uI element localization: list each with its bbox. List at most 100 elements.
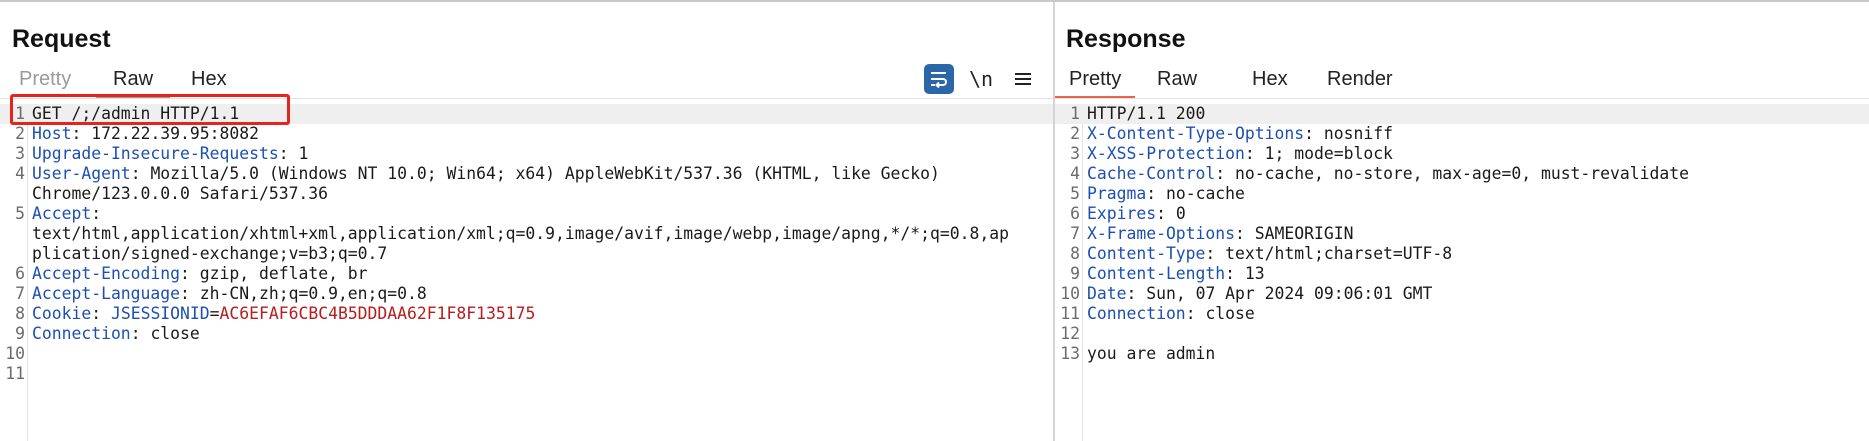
line-content: X-Frame-Options: SAMEORIGIN <box>1087 224 1353 244</box>
code-line: 12 <box>1055 324 1869 344</box>
line-number: 11 <box>1060 304 1080 323</box>
line-text: Chrome/123.0.0.0 Safari/537.36 <box>32 184 329 203</box>
line-content: HTTP/1.1 200 <box>1087 104 1205 124</box>
line-number: 3 <box>15 144 25 163</box>
response-title: Response <box>1066 25 1186 53</box>
code-line: 6 Accept-Encoding: gzip, deflate, br <box>0 264 1053 284</box>
line-number: 11 <box>5 364 25 383</box>
header-name: Accept-Language <box>32 284 181 303</box>
header-name: Cookie <box>32 304 92 323</box>
request-menu-button[interactable] <box>1008 64 1038 94</box>
code-line: 5 Accept: <box>0 204 1053 224</box>
header-separator: : <box>1205 244 1226 263</box>
code-line: 2 X-Content-Type-Options: nosniff <box>1055 124 1869 144</box>
line-number: 10 <box>1060 284 1080 303</box>
line-content: Connection: close <box>1087 304 1255 324</box>
header-name: Content-Type <box>1087 244 1206 263</box>
word-wrap-toggle-button[interactable] <box>924 64 954 94</box>
header-value: 1 <box>298 144 309 163</box>
line-number: 8 <box>15 304 25 323</box>
header-separator: : <box>278 144 299 163</box>
response-tab-hex[interactable]: Hex <box>1252 64 1288 96</box>
hamburger-menu-icon <box>1015 73 1031 85</box>
response-tab-pretty[interactable]: Pretty <box>1055 64 1136 99</box>
line-content: you are admin <box>1087 344 1215 364</box>
line-number: 4 <box>1070 164 1080 183</box>
header-separator: : <box>1235 224 1255 243</box>
line-content: Upgrade-Insecure-Requests: 1 <box>32 144 308 164</box>
header-name: Cache-Control <box>1087 164 1216 183</box>
header-separator: : <box>1156 204 1176 223</box>
line-number: 3 <box>1070 144 1080 163</box>
code-line: 7 Accept-Language: zh-CN,zh;q=0.9,en;q=0.… <box>0 284 1053 304</box>
header-value: Mozilla/5.0 (Windows NT 10.0; Win64; x64… <box>150 164 940 183</box>
code-line: 4 Cache-Control: no-cache, no-store, max-… <box>1055 164 1869 184</box>
header-name: Accept-Encoding <box>32 264 181 283</box>
header-name: X-Content-Type-Options <box>1087 124 1305 143</box>
request-tab-pretty[interactable]: Pretty <box>19 64 71 96</box>
code-line: plication/signed-exchange;v=b3;q=0.7 <box>0 244 1053 264</box>
header-name: Pragma <box>1087 184 1147 203</box>
header-separator: : <box>1215 164 1236 183</box>
header-value: gzip, deflate, br <box>199 264 368 283</box>
response-editor[interactable]: 1 HTTP/1.1 200 2 X-Content-Type-Options: no… <box>1055 104 1869 441</box>
show-newlines-button[interactable]: \n <box>966 64 996 94</box>
line-number: 6 <box>1070 204 1080 223</box>
code-line: 9 Content-Length: 13 <box>1055 264 1869 284</box>
response-tab-render[interactable]: Render <box>1327 64 1393 96</box>
header-name: Connection <box>32 324 131 343</box>
line-content: Chrome/123.0.0.0 Safari/537.36 <box>32 184 328 204</box>
line-content: Cookie: JSESSIONID=AC6EFAF6CBC4B5DDDAA62… <box>32 304 535 324</box>
code-line: 8 Content-Type: text/html;charset=UTF-8 <box>1055 244 1869 264</box>
line-content: Connection: close <box>32 324 200 344</box>
header-name: Content-Length <box>1087 264 1226 283</box>
code-line: 1 HTTP/1.1 200 <box>1055 104 1869 124</box>
header-name: X-Frame-Options <box>1087 224 1236 243</box>
request-editor[interactable]: 1 GET /;/admin HTTP/1.1 2 Host: 172.22.39.9… <box>0 104 1053 441</box>
header-value: 0 <box>1175 204 1186 223</box>
code-line: 10 Date: Sun, 07 Apr 2024 09:06:01 GMT <box>1055 284 1869 304</box>
line-content: Cache-Control: no-cache, no-store, max-a… <box>1087 164 1689 184</box>
code-line: 10 <box>0 344 1053 364</box>
line-number: 5 <box>1070 184 1080 203</box>
code-line: 3 X-XSS-Protection: 1; mode=block <box>1055 144 1869 164</box>
header-name: Host <box>32 124 72 143</box>
line-number: 10 <box>5 344 25 363</box>
header-value: 172.22.39.95:8082 <box>91 124 259 143</box>
line-number: 5 <box>15 204 25 223</box>
code-line: Chrome/123.0.0.0 Safari/537.36 <box>0 184 1053 204</box>
request-title: Request <box>12 25 111 53</box>
code-line: 4 User-Agent: Mozilla/5.0 (Windows NT 10.… <box>0 164 1053 184</box>
header-separator: : <box>180 284 200 303</box>
code-line: 11 <box>0 364 1053 384</box>
header-name: Expires <box>1087 204 1157 223</box>
header-separator: : <box>91 204 102 223</box>
header-value: nosniff <box>1323 124 1393 143</box>
code-line: 7 X-Frame-Options: SAMEORIGIN <box>1055 224 1869 244</box>
cookie-name: JSESSIONID <box>110 304 210 323</box>
code-line: 6 Expires: 0 <box>1055 204 1869 224</box>
line-number: 7 <box>15 284 25 303</box>
header-name: Accept <box>32 204 92 223</box>
request-tab-hex[interactable]: Hex <box>191 64 227 96</box>
header-separator: : <box>1244 144 1265 163</box>
header-separator: : <box>71 124 92 143</box>
line-number: 9 <box>15 324 25 343</box>
line-text: text/html,application/xhtml+xml,applicat… <box>32 224 1009 243</box>
line-content: Accept: <box>32 204 101 224</box>
header-value: close <box>150 324 200 343</box>
header-value: close <box>1205 304 1255 323</box>
line-content: Host: 172.22.39.95:8082 <box>32 124 259 144</box>
header-name: X-XSS-Protection <box>1087 144 1245 163</box>
response-tab-raw[interactable]: Raw <box>1157 64 1197 96</box>
request-tab-raw[interactable]: Raw <box>96 64 171 98</box>
line-content: text/html,application/xhtml+xml,applicat… <box>32 224 1009 244</box>
highlight-annotation-box <box>10 94 290 125</box>
line-content: plication/signed-exchange;v=b3;q=0.7 <box>32 244 387 264</box>
line-number: 9 <box>1070 264 1080 283</box>
code-line: 9 Connection: close <box>0 324 1053 344</box>
response-pane: Response Pretty Raw Hex Render 1 HTTP/1.1… <box>1055 2 1869 441</box>
line-content: Content-Type: text/html;charset=UTF-8 <box>1087 244 1452 264</box>
line-number: 2 <box>15 124 25 143</box>
code-line: 3 Upgrade-Insecure-Requests: 1 <box>0 144 1053 164</box>
